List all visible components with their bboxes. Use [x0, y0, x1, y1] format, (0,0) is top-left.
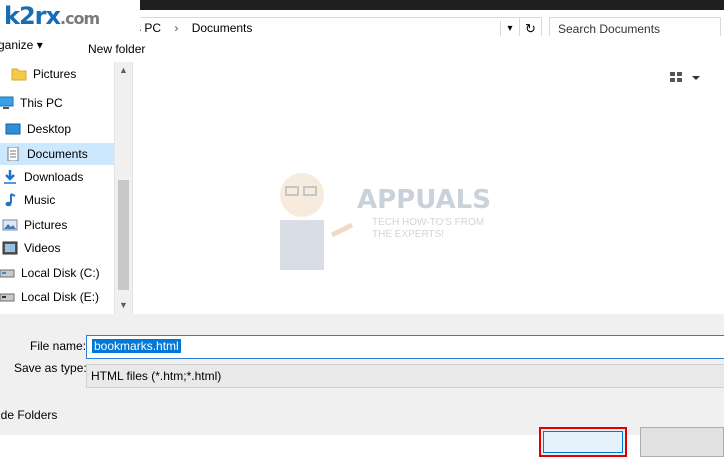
- videos-icon: [2, 241, 18, 255]
- watermark: APPUALS TECH HOW-TO'S FROM THE EXPERTS!: [262, 165, 512, 275]
- sidebar-item-local-disk-c[interactable]: Local Disk (C:): [0, 262, 114, 284]
- watermark-tagline-1: TECH HOW-TO'S FROM: [372, 217, 485, 228]
- computer-icon: [0, 96, 14, 109]
- breadcrumb-documents[interactable]: Documents: [192, 21, 253, 35]
- sidebar-item-local-disk-e[interactable]: Local Disk (E:): [0, 286, 114, 308]
- sidebar-item-label: Desktop: [27, 122, 72, 136]
- watermark-tagline-2: THE EXPERTS!: [372, 229, 445, 240]
- download-icon: [4, 170, 16, 184]
- sidebar-item-documents[interactable]: Documents: [0, 143, 114, 165]
- save-button[interactable]: [539, 427, 627, 457]
- sidebar-item-label: Videos: [24, 241, 61, 255]
- save-type-label: Save as type:: [14, 361, 87, 375]
- sidebar-item-label: Documents: [27, 147, 88, 161]
- pictures-icon: [2, 219, 18, 231]
- sidebar-item-label: Pictures: [33, 67, 77, 81]
- file-name-label: File name:: [30, 339, 87, 353]
- command-bar: rganize ▾ New folder: [0, 36, 724, 62]
- documents-icon: [7, 147, 19, 161]
- site-logo: k2rx.com: [0, 0, 140, 36]
- new-folder-button[interactable]: New folder: [88, 42, 145, 56]
- breadcrumb: s PC › Documents: [135, 21, 262, 35]
- sidebar-item-label: Downloads: [24, 170, 84, 184]
- disk-icon: [0, 293, 15, 302]
- sidebar-item-label: Local Disk (C:): [21, 266, 100, 280]
- navigation-pane: Pictures This PC Desktop Documents Downl…: [0, 62, 114, 314]
- save-dialog-footer: File name: bookmarks.html Save as type: …: [0, 314, 724, 457]
- view-options-icon: [670, 72, 700, 82]
- sidebar-item-this-pc[interactable]: This PC: [0, 92, 114, 114]
- address-dropdown-icon[interactable]: ▾: [500, 21, 519, 37]
- sidebar-item-pictures-quick[interactable]: Pictures: [0, 63, 114, 85]
- desktop-icon: [5, 123, 21, 135]
- music-icon: [5, 193, 16, 207]
- sidebar-item-label: Local Disk (E:): [21, 290, 100, 304]
- folder-icon: [11, 68, 27, 81]
- hide-folders-toggle[interactable]: ide Folders: [0, 408, 57, 422]
- search-placeholder: Search Documents: [558, 22, 661, 36]
- scrollbar-thumb[interactable]: [118, 180, 129, 290]
- watermark-title: APPUALS: [357, 185, 491, 215]
- sidebar-item-videos[interactable]: Videos: [0, 237, 114, 259]
- file-name-input[interactable]: bookmarks.html: [86, 335, 724, 359]
- save-type-value: HTML files (*.htm;*.html): [91, 369, 222, 383]
- sidebar-item-label: Music: [24, 193, 56, 207]
- sidebar-item-label: Pictures: [24, 218, 68, 232]
- cancel-button[interactable]: [640, 427, 724, 457]
- save-type-select[interactable]: HTML files (*.htm;*.html): [86, 364, 724, 388]
- file-name-value: bookmarks.html: [92, 339, 181, 353]
- sidebar-item-label: This PC: [20, 96, 63, 110]
- navigation-scrollbar[interactable]: ▲ ▼: [114, 62, 132, 314]
- organize-button[interactable]: rganize ▾: [0, 38, 43, 52]
- scroll-down-icon[interactable]: ▼: [115, 297, 132, 314]
- disk-icon: [0, 269, 15, 278]
- view-options-button[interactable]: [668, 68, 708, 86]
- scroll-up-icon[interactable]: ▲: [115, 62, 132, 79]
- sidebar-item-music[interactable]: Music: [0, 189, 114, 211]
- breadcrumb-separator: ›: [174, 21, 179, 35]
- sidebar-item-desktop[interactable]: Desktop: [0, 118, 114, 140]
- sidebar-item-downloads[interactable]: Downloads: [0, 166, 114, 188]
- sidebar-item-pictures[interactable]: Pictures: [0, 214, 114, 236]
